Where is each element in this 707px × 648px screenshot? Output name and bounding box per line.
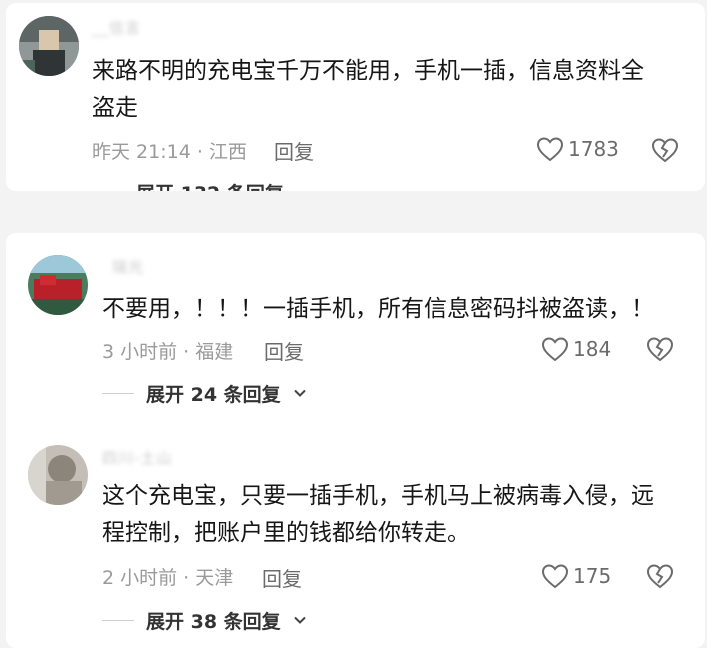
- divider: [102, 620, 134, 621]
- comment-text-line: 盗走: [92, 95, 138, 121]
- dislike-button[interactable]: [646, 563, 674, 589]
- like-count: 184: [573, 337, 612, 361]
- like-count: 175: [573, 564, 612, 588]
- heart-outline-icon: [541, 563, 569, 589]
- expand-replies-label: 展开 132 条回复: [136, 179, 284, 191]
- reply-button[interactable]: 回复: [264, 336, 304, 365]
- avatar[interactable]: [28, 445, 88, 505]
- avatar[interactable]: [19, 16, 79, 76]
- divider: [102, 393, 134, 394]
- username[interactable]: 瑞光: [112, 256, 144, 278]
- expand-replies[interactable]: 展开 24 条回复: [102, 380, 307, 407]
- comment-text: 这个充电宝，只要一插手机，手机马上被病毒入侵，远 程控制，把账户里的钱都给你转走…: [102, 478, 654, 552]
- broken-heart-icon: [646, 336, 674, 362]
- heart-outline-icon: [541, 336, 569, 362]
- heart-outline-icon: [536, 136, 564, 162]
- username[interactable]: 四川-土山: [102, 447, 172, 469]
- comment-meta: 3 小时前 · 福建: [102, 341, 234, 363]
- comment-meta: 昨天 21:14 · 江西: [92, 141, 247, 163]
- broken-heart-icon: [651, 137, 679, 163]
- comment-meta: 2 小时前 · 天津: [102, 567, 234, 589]
- expand-replies-label: 展开 24 条回复: [146, 384, 281, 406]
- comment-text-line: 这个充电宝，只要一插手机，手机马上被病毒入侵，远: [102, 483, 654, 509]
- chevron-down-icon: [293, 610, 307, 632]
- dislike-button[interactable]: [651, 137, 679, 163]
- like-button[interactable]: 1783: [536, 136, 619, 162]
- username[interactable]: __信言: [92, 17, 141, 39]
- comment-text-line: 程控制，把账户里的钱都给你转走。: [102, 520, 470, 546]
- dislike-button[interactable]: [646, 336, 674, 362]
- like-button[interactable]: 184: [541, 336, 611, 362]
- like-button[interactable]: 175: [541, 563, 611, 589]
- comment-text: 来路不明的充电宝千万不能用，手机一插，信息资料全 盗走: [92, 53, 644, 127]
- comment-card-2: 瑞光 不要用，！！！一插手机，所有信息密码抖被盗读，！ 3 小时前 · 福建 回…: [6, 233, 705, 648]
- expand-replies-label: 展开 38 条回复: [146, 611, 281, 633]
- expand-replies[interactable]: 展开 38 条回复: [102, 607, 307, 634]
- broken-heart-icon: [646, 563, 674, 589]
- comment-text-line: 来路不明的充电宝千万不能用，手机一插，信息资料全: [92, 58, 644, 84]
- comment-text-line: 不要用，！！！一插手机，所有信息密码抖被盗读，！: [102, 296, 654, 322]
- comment-card-1: __信言 来路不明的充电宝千万不能用，手机一插，信息资料全 盗走 昨天 21:1…: [6, 3, 705, 191]
- expand-replies[interactable]: 展开 132 条回复: [92, 179, 284, 191]
- comment-text: 不要用，！！！一插手机，所有信息密码抖被盗读，！: [102, 291, 654, 328]
- like-count: 1783: [568, 137, 619, 161]
- chevron-down-icon: [293, 383, 307, 405]
- avatar[interactable]: [28, 255, 88, 315]
- reply-button[interactable]: 回复: [262, 563, 302, 592]
- reply-button[interactable]: 回复: [274, 136, 314, 165]
